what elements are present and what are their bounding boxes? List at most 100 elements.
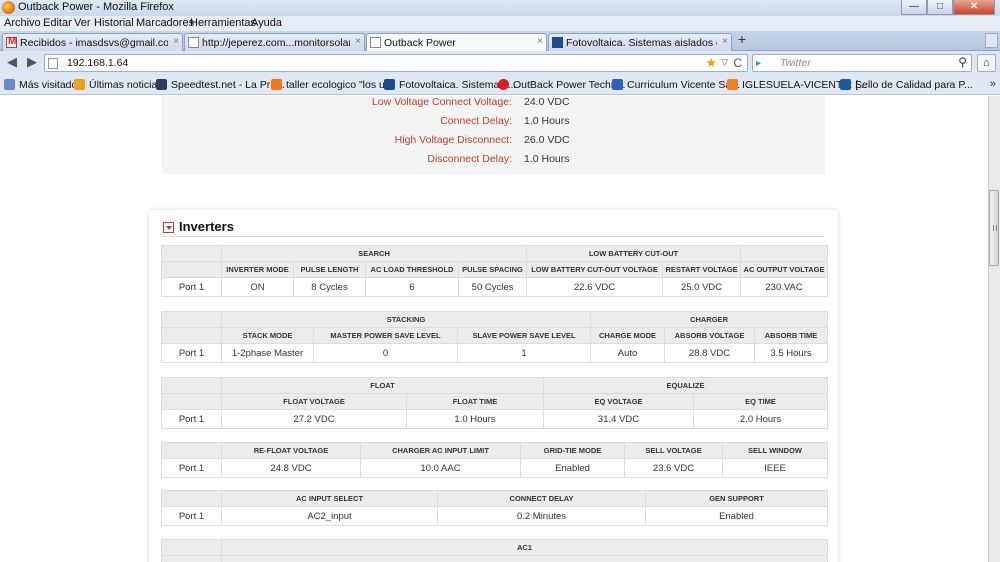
bookmark-item[interactable]: Fotovoltaica. Sistemas ... <box>384 79 516 93</box>
menu-marcadores[interactable]: Marcadores <box>136 17 194 29</box>
bookmark-item[interactable]: Más visitados <box>4 79 83 93</box>
header-spacer <box>161 539 222 556</box>
back-button[interactable]: ◀ <box>4 54 20 70</box>
port-label: Port 1 <box>161 506 222 526</box>
url-dropdown-icon[interactable]: ▽ <box>721 57 728 68</box>
inverter-ac-input-table: AC INPUT SELECT CONNECT DELAY GEN SUPPOR… <box>161 490 828 526</box>
table-row: Port 1 ON 8 Cycles 6 50 Cycles 22.6 VDC … <box>161 277 829 297</box>
column-header: EQ TIME <box>692 393 829 410</box>
menu-historial[interactable]: Historial <box>94 17 134 29</box>
menu-ver[interactable]: Ver <box>74 17 91 29</box>
speedtest-icon <box>156 79 167 90</box>
bookmark-item[interactable]: Speedtest.net - La Pru... <box>156 79 285 93</box>
scrollbar-thumb[interactable] <box>989 190 999 266</box>
inverter-sell-table: RE-FLOAT VOLTAGE CHARGER AC INPUT LIMIT … <box>161 442 828 478</box>
table-row: Port 1 1-2phase Master 0 1 Auto 28.8 VDC… <box>161 343 829 363</box>
minimize-button[interactable]: — <box>901 0 927 15</box>
tab-close-icon[interactable]: × <box>722 36 728 47</box>
menu-editar[interactable]: Editar <box>43 17 72 29</box>
table-row: Port 1 27.2 VDC 1.0 Hours 31.4 VDC 2.0 H… <box>161 409 829 429</box>
bookmark-item[interactable]: Curriculum Vicente Sá... <box>612 79 740 93</box>
close-window-button[interactable]: ✕ <box>953 0 995 15</box>
header-spacer <box>161 311 222 328</box>
bookmark-star-icon[interactable]: ★ <box>705 55 717 71</box>
header-spacer <box>161 555 222 562</box>
home-button[interactable]: ⌂ <box>977 54 996 72</box>
fotovoltaica-icon <box>384 79 395 90</box>
setting-row: High Voltage Disconnect: 26.0 VDC <box>162 134 825 150</box>
table-cell: 25.0 VDC <box>662 277 742 297</box>
setting-value: 26.0 VDC <box>524 134 570 146</box>
bookmark-item[interactable]: Últimas noticias <box>74 79 163 93</box>
twitter-search-engine-icon[interactable]: ▸ <box>756 57 778 70</box>
forward-button[interactable]: ▶ <box>24 54 40 70</box>
table-cell: 50 Cycles <box>457 277 528 297</box>
header-spacer <box>161 261 222 278</box>
page-identity-icon[interactable] <box>48 58 58 69</box>
tab-gmail[interactable]: Recibidos - imasdsvs@gmail.com - G... × <box>2 33 183 51</box>
tab-monitorsolar[interactable]: http://jeperez.com...monitorsolar.html × <box>184 33 365 51</box>
search-bar[interactable]: ▸ Twitter ⚲ <box>752 54 972 72</box>
tab-bar: Recibidos - imasdsvs@gmail.com - G... × … <box>0 31 1000 52</box>
tab-close-icon[interactable]: × <box>537 36 543 47</box>
bookmark-icon <box>4 79 15 90</box>
column-header: ABSORB VOLTAGE <box>664 327 756 344</box>
tab-label: http://jeperez.com...monitorsolar.html <box>202 37 350 49</box>
page-icon <box>370 37 381 48</box>
rss-icon <box>74 79 85 90</box>
tab-fotovoltaica[interactable]: Fotovoltaica. Sistemas aislados de la r.… <box>548 33 732 51</box>
document-icon <box>612 79 623 90</box>
bookmark-label: Últimas noticias <box>89 79 163 91</box>
table-cell: Enabled <box>520 458 625 478</box>
window-titlebar: Outback Power - Mozilla Firefox — □ ✕ <box>0 0 1000 16</box>
tab-close-icon[interactable]: × <box>173 36 179 47</box>
column-header: PULSE LENGTH <box>293 261 366 278</box>
setting-label: Connect Delay: <box>440 115 512 127</box>
menu-bar: Archivo Editar Ver Historial Marcadores … <box>0 16 1000 31</box>
column-header: GEN SUPPORT <box>645 490 828 507</box>
header-spacer <box>161 393 222 410</box>
menu-ayuda[interactable]: Ayuda <box>251 17 282 29</box>
column-header: EQ VOLTAGE <box>543 393 694 410</box>
setting-label: Low Voltage Connect Voltage: <box>371 96 512 108</box>
inverters-panel: Inverters SEARCH LOW BATTERY CUT-OUT INV… <box>149 210 838 562</box>
bookmark-label: taller ecologico "los u... <box>286 79 394 91</box>
column-header: AC OUTPUT VOLTAGE <box>740 261 829 278</box>
bookmarks-overflow-icon[interactable]: » <box>990 78 996 90</box>
tab-label: Recibidos - imasdsvs@gmail.com - G... <box>20 37 168 49</box>
tab-outback-power[interactable]: Outback Power × <box>366 33 547 52</box>
column-header: SELL WINDOW <box>722 442 828 459</box>
vertical-scrollbar[interactable] <box>988 96 1000 562</box>
column-header: FLOAT TIME <box>406 393 544 410</box>
bookmark-item[interactable]: Sello de Calidad para P... <box>840 79 973 93</box>
table-cell: IEEE <box>722 458 828 478</box>
bookmark-item[interactable]: taller ecologico "los u... <box>271 79 394 93</box>
blogger-icon <box>271 79 282 90</box>
header-spacer <box>161 327 222 344</box>
column-header: GRID-TIE MODE <box>520 442 625 459</box>
table-cell: 10.0 AAC <box>360 458 521 478</box>
column-header: RESTART VOLTAGE <box>662 261 742 278</box>
column-header <box>221 555 828 562</box>
menu-herramientas[interactable]: Herramientas <box>190 17 256 29</box>
column-header: SELL VOLTAGE <box>624 442 723 459</box>
group-header: LOW BATTERY CUT-OUT <box>526 245 742 262</box>
bookmark-item[interactable]: OutBack Power Techn... <box>498 79 625 93</box>
url-bar[interactable]: 192.168.1.64 ★ ▽ C <box>44 54 748 72</box>
menu-archivo[interactable]: Archivo <box>4 17 41 29</box>
table-cell: 230 VAC <box>740 277 829 297</box>
reload-icon[interactable]: C <box>733 56 742 70</box>
url-text[interactable]: 192.168.1.64 <box>67 57 128 69</box>
collapse-toggle-icon[interactable] <box>163 222 174 233</box>
search-icon[interactable]: ⚲ <box>958 55 967 69</box>
tab-list-button[interactable] <box>985 33 998 48</box>
tab-close-icon[interactable]: × <box>355 36 361 47</box>
new-tab-button[interactable]: + <box>734 32 750 48</box>
setting-row: Disconnect Delay: 1.0 Hours <box>162 153 825 169</box>
maximize-button[interactable]: □ <box>927 0 953 15</box>
table-cell: 1.0 Hours <box>406 409 544 429</box>
navigation-bar: ◀ ▶ 192.168.1.64 ★ ▽ C ▸ Twitter ⚲ ⌂ <box>0 51 1000 75</box>
port-label: Port 1 <box>161 458 222 478</box>
inverter-search-table: SEARCH LOW BATTERY CUT-OUT INVERTER MODE… <box>161 245 829 297</box>
outback-icon <box>498 79 509 90</box>
